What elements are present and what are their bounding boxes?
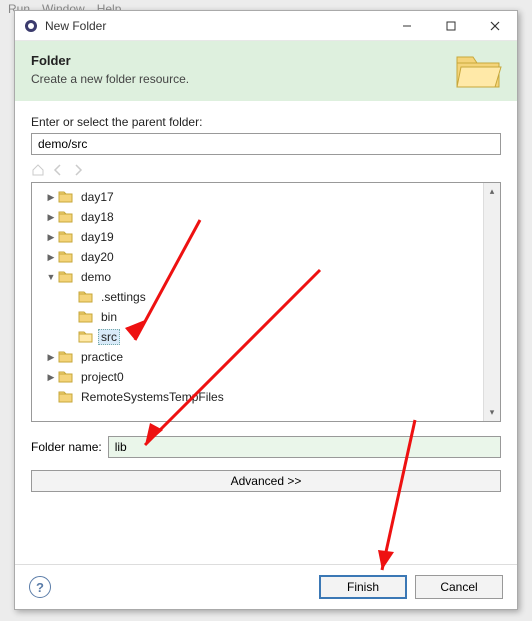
tree-node-label: demo bbox=[78, 269, 114, 285]
tree-node-day18[interactable]: ▶ day18 bbox=[34, 207, 481, 227]
new-folder-dialog: New Folder Folder Create a new folder re… bbox=[14, 10, 518, 610]
banner-subtitle: Create a new folder resource. bbox=[31, 72, 501, 86]
tree-node-label: bin bbox=[98, 309, 120, 325]
tree-node-label: day19 bbox=[78, 229, 117, 245]
parent-folder-input[interactable] bbox=[31, 133, 501, 155]
folder-icon bbox=[455, 51, 503, 94]
tree-node-label: day20 bbox=[78, 249, 117, 265]
app-icon bbox=[23, 18, 39, 34]
forward-icon[interactable] bbox=[71, 163, 85, 180]
expander-icon[interactable]: ▼ bbox=[44, 272, 58, 282]
expander-icon[interactable]: ▶ bbox=[44, 232, 58, 243]
finish-button[interactable]: Finish bbox=[319, 575, 407, 599]
folder-name-label: Folder name: bbox=[31, 440, 102, 454]
parent-folder-label: Enter or select the parent folder: bbox=[31, 115, 501, 129]
cancel-button[interactable]: Cancel bbox=[415, 575, 503, 599]
tree-node-demo[interactable]: ▼ demo bbox=[34, 267, 481, 287]
tree-nav-toolbar bbox=[31, 163, 501, 180]
tree-scrollbar[interactable]: ▴ ▾ bbox=[483, 183, 500, 421]
scroll-up-icon[interactable]: ▴ bbox=[484, 183, 501, 200]
tree-node-label: src bbox=[98, 329, 120, 345]
scroll-down-icon[interactable]: ▾ bbox=[484, 404, 501, 421]
tree-node-label: RemoteSystemsTempFiles bbox=[78, 389, 227, 405]
expander-icon[interactable]: ▶ bbox=[44, 252, 58, 263]
banner-heading: Folder bbox=[31, 53, 501, 68]
tree-node-bin[interactable]: bin bbox=[34, 307, 481, 327]
maximize-button[interactable] bbox=[429, 11, 473, 41]
tree-node-RemoteSystemsTempFiles[interactable]: RemoteSystemsTempFiles bbox=[34, 387, 481, 407]
expander-icon[interactable]: ▶ bbox=[44, 372, 58, 383]
titlebar[interactable]: New Folder bbox=[15, 11, 517, 41]
minimize-button[interactable] bbox=[385, 11, 429, 41]
home-icon[interactable] bbox=[31, 163, 45, 180]
tree-node-label: day18 bbox=[78, 209, 117, 225]
tree-node--settings[interactable]: .settings bbox=[34, 287, 481, 307]
tree-node-label: practice bbox=[78, 349, 126, 365]
close-button[interactable] bbox=[473, 11, 517, 41]
tree-node-src[interactable]: src bbox=[34, 327, 481, 347]
wizard-banner: Folder Create a new folder resource. bbox=[15, 41, 517, 101]
tree-node-day17[interactable]: ▶ day17 bbox=[34, 187, 481, 207]
tree-node-label: day17 bbox=[78, 189, 117, 205]
back-icon[interactable] bbox=[51, 163, 65, 180]
tree-node-label: .settings bbox=[98, 289, 149, 305]
advanced-button[interactable]: Advanced >> bbox=[31, 470, 501, 492]
folder-tree[interactable]: ▶ day17 ▶ day18 ▶ day19 ▶ day20 ▼ demo .settings bi… bbox=[31, 182, 501, 422]
dialog-footer: ? Finish Cancel bbox=[15, 564, 517, 609]
window-title: New Folder bbox=[45, 19, 385, 33]
expander-icon[interactable]: ▶ bbox=[44, 212, 58, 223]
expander-icon[interactable]: ▶ bbox=[44, 192, 58, 203]
folder-name-input[interactable] bbox=[108, 436, 501, 458]
tree-node-day19[interactable]: ▶ day19 bbox=[34, 227, 481, 247]
tree-node-practice[interactable]: ▶ practice bbox=[34, 347, 481, 367]
tree-node-day20[interactable]: ▶ day20 bbox=[34, 247, 481, 267]
help-button[interactable]: ? bbox=[29, 576, 51, 598]
tree-node-label: project0 bbox=[78, 369, 127, 385]
tree-node-project0[interactable]: ▶ project0 bbox=[34, 367, 481, 387]
dialog-content: Enter or select the parent folder: ▶ day1… bbox=[15, 101, 517, 564]
expander-icon[interactable]: ▶ bbox=[44, 352, 58, 363]
